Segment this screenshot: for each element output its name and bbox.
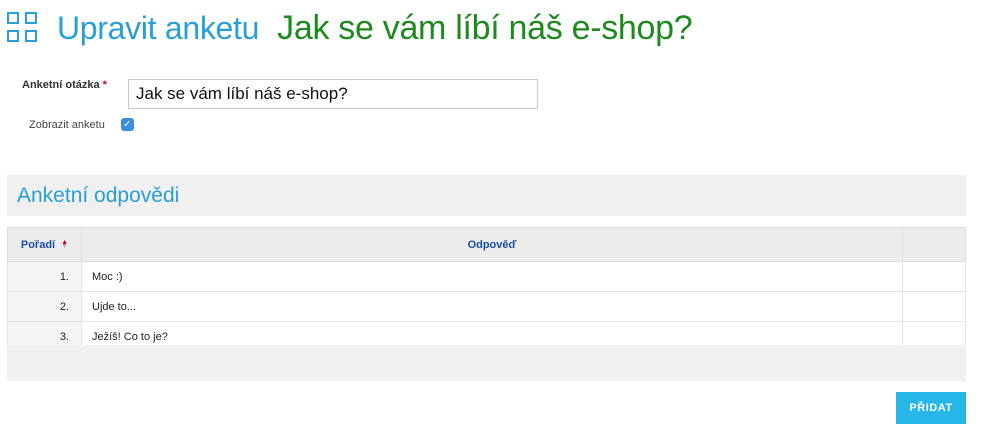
table-header-row: Pořadí ▲ ▼ Odpověď	[7, 227, 966, 262]
question-label: Anketní otázka *	[22, 79, 107, 91]
column-actions	[902, 227, 966, 262]
page-subtitle: Jak se vám líbí náš e-shop?	[277, 8, 693, 47]
answers-section-title: Anketní odpovědi	[17, 184, 180, 207]
grid-icon	[7, 12, 39, 44]
answer-actions	[902, 291, 966, 322]
table-row[interactable]: 1. Moc :)	[7, 261, 966, 292]
page-header: Upravit anketu Jak se vám líbí náš e-sho…	[7, 8, 693, 48]
table-footer	[7, 345, 966, 381]
page-title: Upravit anketu	[57, 9, 260, 46]
column-order[interactable]: Pořadí ▲ ▼	[7, 227, 82, 262]
answer-actions	[902, 261, 966, 292]
sort-icon: ▲ ▼	[61, 238, 69, 250]
table-row[interactable]: 2. Ujde to...	[7, 291, 966, 322]
answers-table: Pořadí ▲ ▼ Odpověď 1. Moc :) 2. Ujde to..…	[7, 227, 966, 352]
answers-section-header: Anketní odpovědi	[7, 175, 966, 216]
show-poll-checkbox[interactable]: ✓	[120, 118, 134, 131]
answer-text[interactable]: Moc :)	[81, 261, 903, 292]
question-input[interactable]	[128, 79, 538, 109]
answer-order: 1.	[7, 261, 82, 292]
column-answer[interactable]: Odpověď	[81, 227, 903, 262]
add-answer-button[interactable]: PŘIDAT	[896, 392, 966, 424]
show-poll-row: Zobrazit anketu ✓	[29, 118, 134, 131]
show-poll-label: Zobrazit anketu	[29, 118, 105, 131]
answer-order: 2.	[7, 291, 82, 322]
answer-text[interactable]: Ujde to...	[81, 291, 903, 322]
question-row: Anketní otázka *	[22, 79, 107, 91]
required-mark: *	[102, 79, 107, 91]
